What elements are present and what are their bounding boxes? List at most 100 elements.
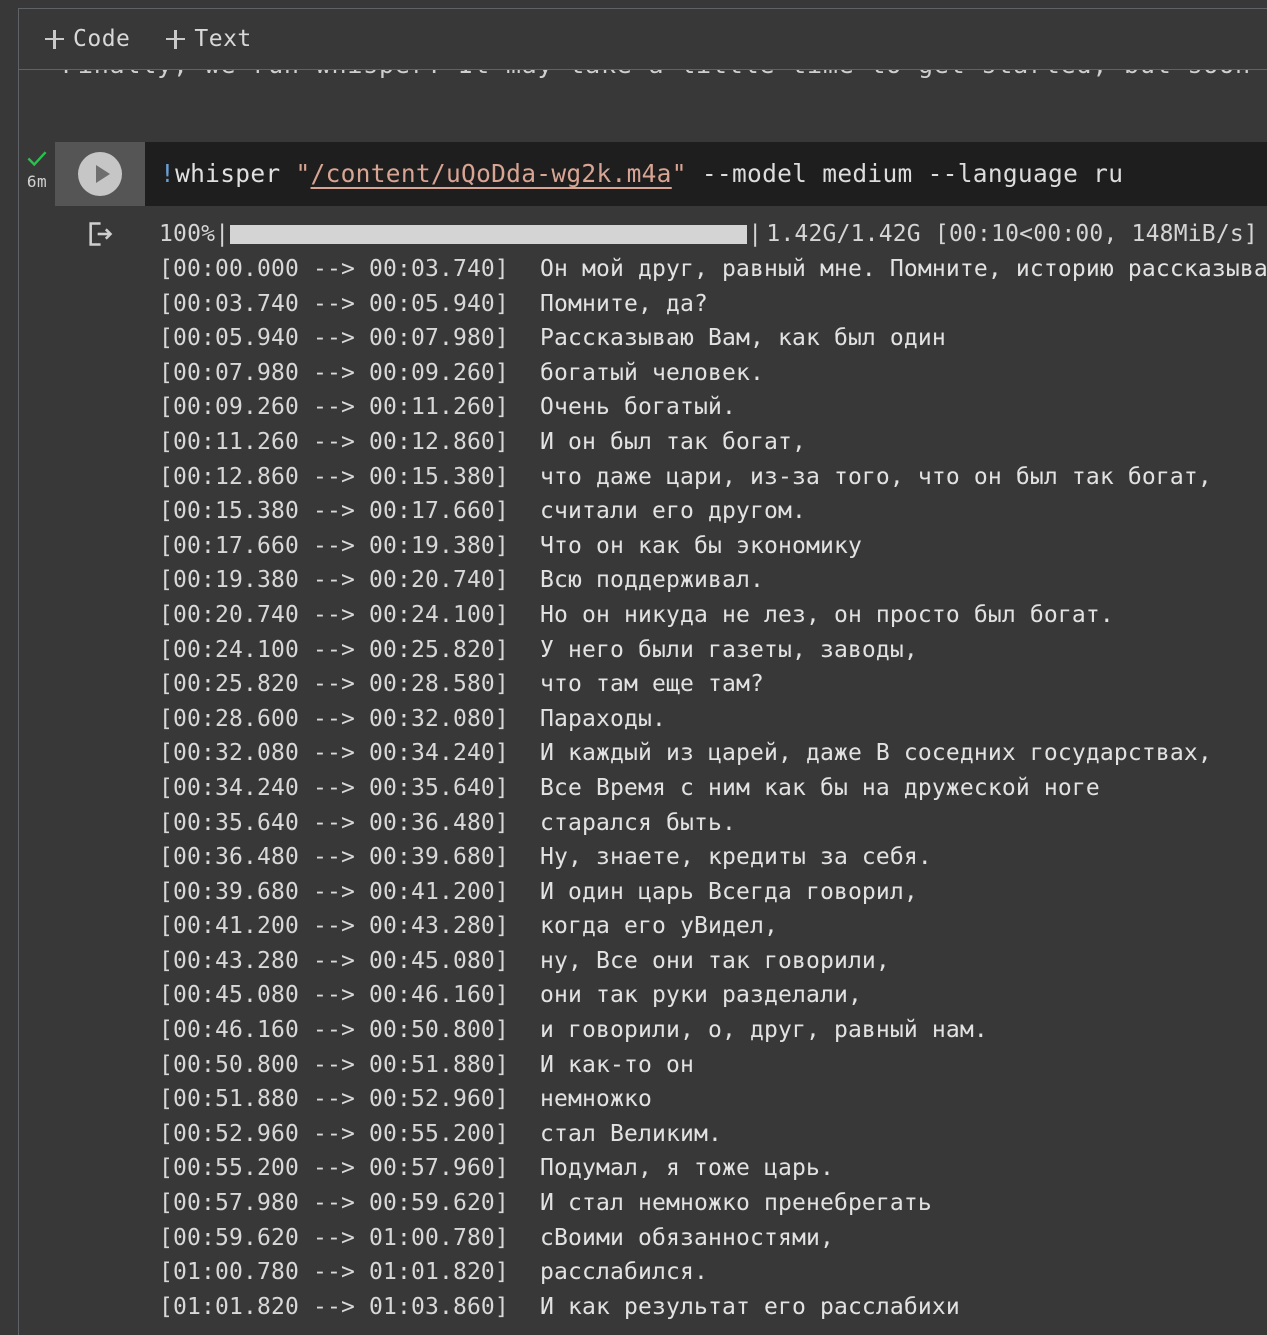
check-icon [26,148,48,170]
add-code-cell-button[interactable]: Code [45,26,130,52]
transcript-line: [00:24.100 --> 00:25.820]У него были газ… [159,633,1267,668]
transcript-text: У него были газеты, заводы, [540,633,1267,668]
transcript-timestamp: [00:19.380 --> 00:20.740] [159,563,540,598]
transcript-line: [00:43.280 --> 00:45.080]ну, Все они так… [159,944,1267,979]
code-cell: 6m !whisper "/content/uQoDda-wg2k.m4a" -… [55,142,1267,1324]
transcript-line: [00:59.620 --> 01:00.780]сВоими обязанно… [159,1221,1267,1256]
colab-notebook-page: Finally, we run whisper! It may take a l… [0,0,1267,1335]
cell-output-content: 100% | | 1.42G/1.42G [00:10<00:00, 148Mi… [145,217,1267,1324]
transcript-text: считали его другом. [540,494,1267,529]
run-cell-button[interactable] [55,142,145,206]
transcript-text: Параходы. [540,702,1267,737]
transcript-timestamp: [00:28.600 --> 00:32.080] [159,702,540,737]
transcript-timestamp: [00:50.800 --> 00:51.880] [159,1048,540,1083]
transcript-timestamp: [00:20.740 --> 00:24.100] [159,598,540,633]
code-line: !whisper "/content/uQoDda-wg2k.m4a" --mo… [160,159,1123,188]
transcript-line: [00:46.160 --> 00:50.800]и говорили, о, … [159,1013,1267,1048]
cell-execution-status: 6m [22,148,52,191]
progress-left-pipe: | [215,221,229,247]
transcript-timestamp: [00:36.480 --> 00:39.680] [159,840,540,875]
plus-icon [166,30,185,49]
notebook-toolbar: Code Text [18,8,1267,70]
code-token-command: whisper [175,159,295,188]
output-gutter [55,217,145,248]
add-text-cell-button[interactable]: Text [166,26,251,52]
progress-percent: 100% [159,221,215,247]
download-progress-bar: 100% | | 1.42G/1.42G [00:10<00:00, 148Mi… [159,217,1267,251]
transcript-line: [00:17.660 --> 00:19.380]Что он как бы э… [159,529,1267,564]
transcript-text: Но он никуда не лез, он просто был богат… [540,598,1267,633]
transcript-text: Помните, да? [540,287,1267,322]
transcript-timestamp: [00:39.680 --> 00:41.200] [159,875,540,910]
transcript-line: [00:41.200 --> 00:43.280]когда его уВиде… [159,909,1267,944]
transcript-line: [00:52.960 --> 00:55.200]стал Великим. [159,1117,1267,1152]
transcript-output: [00:00.000 --> 00:03.740]Он мой друг, ра… [159,252,1267,1324]
code-editor[interactable]: !whisper "/content/uQoDda-wg2k.m4a" --mo… [145,142,1267,206]
transcript-timestamp: [00:12.860 --> 00:15.380] [159,460,540,495]
transcript-text: Подумал, я тоже царь. [540,1151,1267,1186]
transcript-text: ну, Все они так говорили, [540,944,1267,979]
transcript-timestamp: [00:15.380 --> 00:17.660] [159,494,540,529]
progress-track [230,225,747,244]
transcript-text: И каждый из царей, даже В соседних госуд… [540,736,1267,771]
transcript-timestamp: [00:41.200 --> 00:43.280] [159,909,540,944]
transcript-line: [00:39.680 --> 00:41.200]И один царь Все… [159,875,1267,910]
code-token-path: /content/uQoDda-wg2k.m4a [311,159,672,188]
transcript-timestamp: [00:32.080 --> 00:34.240] [159,736,540,771]
transcript-line: [00:36.480 --> 00:39.680]Ну, знаете, кре… [159,840,1267,875]
transcript-text: богатый человек. [540,356,1267,391]
progress-stats: 1.42G/1.42G [00:10<00:00, 148MiB/s] [762,221,1258,247]
transcript-timestamp: [00:34.240 --> 00:35.640] [159,771,540,806]
transcript-line: [00:45.080 --> 00:46.160]они так руки ра… [159,978,1267,1013]
notebook-body: 6m !whisper "/content/uQoDda-wg2k.m4a" -… [19,84,1267,1335]
code-cell-row: !whisper "/content/uQoDda-wg2k.m4a" --mo… [55,142,1267,206]
transcript-line: [01:00.780 --> 01:01.820]расслабился. [159,1255,1267,1290]
code-token-bang: ! [160,159,175,188]
transcript-line: [00:50.800 --> 00:51.880]И как-то он [159,1048,1267,1083]
transcript-line: [01:01.820 --> 01:03.860]И как результат… [159,1290,1267,1325]
transcript-timestamp: [00:57.980 --> 00:59.620] [159,1186,540,1221]
transcript-timestamp: [00:51.880 --> 00:52.960] [159,1082,540,1117]
transcript-text: немножко [540,1082,1267,1117]
add-text-cell-label: Text [194,26,251,52]
transcript-text: они так руки разделали, [540,978,1267,1013]
transcript-timestamp: [01:00.780 --> 01:01.820] [159,1255,540,1290]
transcript-line: [00:28.600 --> 00:32.080]Параходы. [159,702,1267,737]
progress-right-pipe: | [748,221,762,247]
transcript-text: Ну, знаете, кредиты за себя. [540,840,1267,875]
transcript-timestamp: [00:52.960 --> 00:55.200] [159,1117,540,1152]
transcript-text: расслабился. [540,1255,1267,1290]
transcript-timestamp: [00:25.820 --> 00:28.580] [159,667,540,702]
transcript-text: сВоими обязанностями, [540,1221,1267,1256]
transcript-text: когда его уВидел, [540,909,1267,944]
transcript-text: Рассказываю Вам, как был один [540,321,1267,356]
transcript-line: [00:11.260 --> 00:12.860]И он был так бо… [159,425,1267,460]
transcript-line: [00:20.740 --> 00:24.100]Но он никуда не… [159,598,1267,633]
transcript-line: [00:05.940 --> 00:07.980]Рассказываю Вам… [159,321,1267,356]
transcript-timestamp: [00:45.080 --> 00:46.160] [159,978,540,1013]
transcript-text: Очень богатый. [540,390,1267,425]
transcript-text: И стал немножко пренебрегать [540,1186,1267,1221]
transcript-line: [00:09.260 --> 00:11.260]Очень богатый. [159,390,1267,425]
transcript-text: Всю поддерживал. [540,563,1267,598]
transcript-text: стал Великим. [540,1117,1267,1152]
cell-run-duration: 6m [22,172,52,191]
transcript-line: [00:57.980 --> 00:59.620]И стал немножко… [159,1186,1267,1221]
transcript-line: [00:15.380 --> 00:17.660]считали его дру… [159,494,1267,529]
transcript-timestamp: [00:35.640 --> 00:36.480] [159,806,540,841]
transcript-timestamp: [00:24.100 --> 00:25.820] [159,633,540,668]
transcript-line: [00:35.640 --> 00:36.480]старался быть. [159,806,1267,841]
transcript-timestamp: [00:55.200 --> 00:57.960] [159,1151,540,1186]
transcript-text: И как результат его расслабихи [540,1290,1267,1325]
code-token-close-quote: " [672,159,687,188]
transcript-text: Что он как бы экономику [540,529,1267,564]
transcript-line: [00:07.980 --> 00:09.260]богатый человек… [159,356,1267,391]
transcript-line: [00:32.080 --> 00:34.240]И каждый из цар… [159,736,1267,771]
cell-output-row: 100% | | 1.42G/1.42G [00:10<00:00, 148Mi… [55,206,1267,1324]
plus-icon [45,30,64,49]
transcript-timestamp: [01:01.820 --> 01:03.860] [159,1290,540,1325]
transcript-timestamp: [00:05.940 --> 00:07.980] [159,321,540,356]
transcript-text: что даже цари, из-за того, что он был та… [540,460,1267,495]
transcript-timestamp: [00:59.620 --> 01:00.780] [159,1221,540,1256]
code-token-flags: --model medium --language ru [687,159,1123,188]
